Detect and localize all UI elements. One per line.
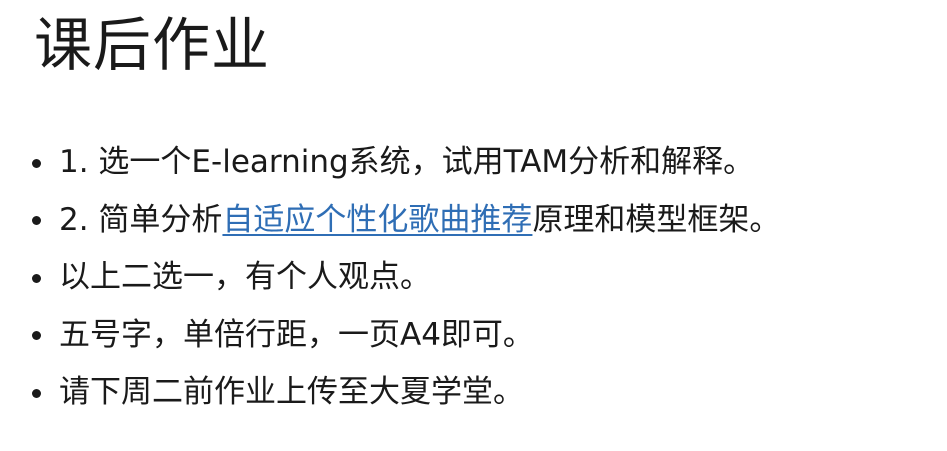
bullet-text-suffix: 原理和模型框架。 xyxy=(532,201,781,238)
bullet-list: 1. 选一个E-learning系统，试用TAM分析和解释。 2. 简单分析自适… xyxy=(28,134,780,422)
recommendation-link[interactable]: 自适应个性化歌曲推荐 xyxy=(222,202,532,238)
bullet-item-1: 1. 选一个E-learning系统，试用TAM分析和解释。 xyxy=(28,134,780,192)
bullet-text: 五号字，单倍行距，一页A4即可。 xyxy=(59,316,534,353)
bullet-dot-icon xyxy=(32,331,41,341)
bullet-text-prefix: 2. 简单分析 xyxy=(59,201,223,238)
bullet-dot-icon xyxy=(32,273,41,283)
bullet-item-2: 2. 简单分析自适应个性化歌曲推荐原理和模型框架。 xyxy=(28,192,780,250)
bullet-text: 1. 选一个E-learning系统，试用TAM分析和解释。 xyxy=(59,144,755,180)
bullet-dot-icon xyxy=(32,216,41,226)
bullet-item-5: 请下周二前作业上传至大夏学堂。 xyxy=(28,364,780,422)
bullet-text: 以上二选一，有个人观点。 xyxy=(59,259,431,295)
bullet-item-4: 五号字，单倍行距，一页A4即可。 xyxy=(28,307,780,365)
slide-title: 课后作业 xyxy=(34,11,271,79)
bullet-item-3: 以上二选一，有个人观点。 xyxy=(28,249,780,307)
bullet-dot-icon xyxy=(32,158,41,168)
bullet-text: 请下周二前作业上传至大夏学堂。 xyxy=(59,374,524,410)
slide: 课后作业 1. 选一个E-learning系统，试用TAM分析和解释。 2. 简… xyxy=(0,0,947,451)
bullet-dot-icon xyxy=(32,388,41,398)
